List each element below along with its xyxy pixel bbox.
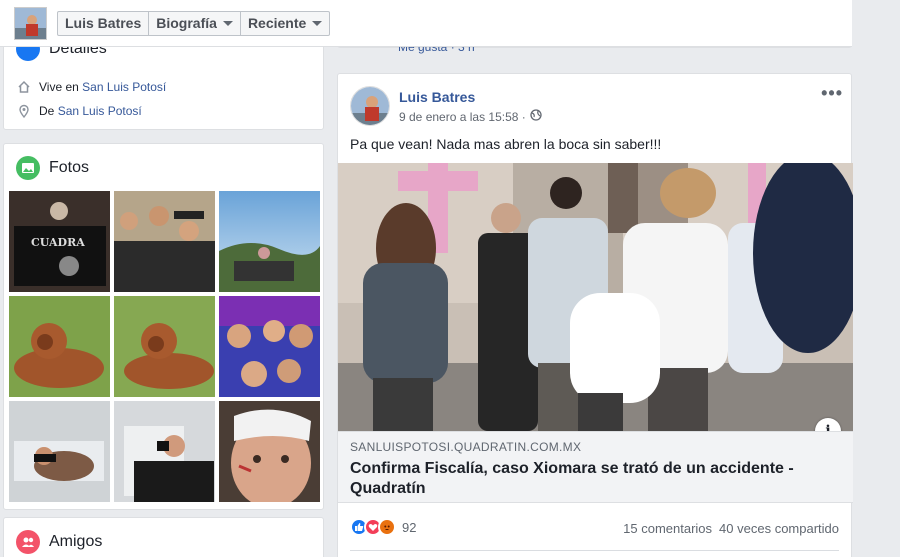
profile-name-button[interactable]: Luis Batres	[58, 12, 150, 35]
link-domain: SANLUISPOTOSI.QUADRATIN.COM.MX	[350, 440, 582, 454]
link-preview-image[interactable]: i	[338, 163, 853, 431]
post-text: Pa que vean! Nada mas abren la boca sin …	[350, 136, 662, 152]
friends-card: Amigos	[3, 517, 324, 557]
lives-city-link[interactable]: San Luis Potosí	[82, 80, 166, 94]
page-background-right	[862, 0, 900, 557]
home-icon	[17, 80, 31, 94]
photo-thumbnail[interactable]	[219, 401, 320, 502]
more-options-icon[interactable]: •••	[821, 84, 843, 102]
chevron-down-icon	[222, 21, 233, 26]
link-title[interactable]: Confirma Fiscalía, caso Xiomara se trató…	[350, 459, 830, 499]
comments-count-link[interactable]: 15 comentarios	[623, 521, 712, 536]
reaction-count: 92	[402, 519, 417, 535]
photo-thumbnail[interactable]	[114, 401, 215, 502]
photos-icon	[16, 156, 40, 180]
location-pin-icon	[17, 104, 31, 119]
photo-thumbnail[interactable]: CUADRA	[9, 191, 110, 292]
avatar[interactable]	[350, 86, 390, 126]
tab-reciente[interactable]: Reciente	[241, 12, 329, 35]
photo-thumbnail[interactable]	[219, 296, 320, 397]
post-author[interactable]: Luis Batres	[399, 89, 475, 105]
profile-sticky-header: Luis Batres Biografía Reciente	[0, 0, 852, 47]
photo-thumbnail[interactable]	[114, 191, 215, 292]
detail-lives-in: Vive en San Luis Potosí	[17, 80, 166, 94]
chevron-down-icon	[312, 21, 323, 26]
post-stats: 15 comentarios 40 veces compartido	[623, 521, 839, 536]
shares-count-link[interactable]: 40 veces compartido	[719, 521, 839, 536]
from-city-link[interactable]: San Luis Potosí	[58, 104, 142, 118]
divider	[350, 550, 839, 551]
reactions-summary[interactable]: 92	[350, 518, 416, 536]
photo-thumbnail[interactable]	[9, 296, 110, 397]
photos-header[interactable]: Fotos	[16, 156, 89, 180]
friends-icon	[16, 530, 40, 554]
tab-biografia[interactable]: Biografía	[149, 12, 241, 35]
photos-card: Fotos CUADRA	[3, 143, 324, 510]
profile-nav: Luis Batres Biografía Reciente	[57, 11, 331, 36]
friends-header[interactable]: Amigos	[16, 530, 102, 554]
avatar[interactable]	[14, 7, 47, 40]
detail-from: De San Luis Potosí	[17, 104, 142, 119]
svg-text:CUADRA: CUADRA	[31, 236, 85, 249]
angry-reaction-icon	[378, 518, 396, 536]
post: Luis Batres 9 de enero a las 15:58 · •••…	[337, 73, 853, 557]
photo-thumbnail[interactable]	[114, 296, 215, 397]
photo-thumbnail[interactable]	[219, 191, 320, 292]
link-preview-meta[interactable]: SANLUISPOTOSI.QUADRATIN.COM.MX Confirma …	[338, 431, 853, 503]
post-timestamp[interactable]: 9 de enero a las 15:58 ·	[399, 109, 542, 124]
photo-thumbnail[interactable]	[9, 401, 110, 502]
photo-grid: CUADRA	[9, 191, 320, 502]
globe-icon	[530, 109, 542, 124]
